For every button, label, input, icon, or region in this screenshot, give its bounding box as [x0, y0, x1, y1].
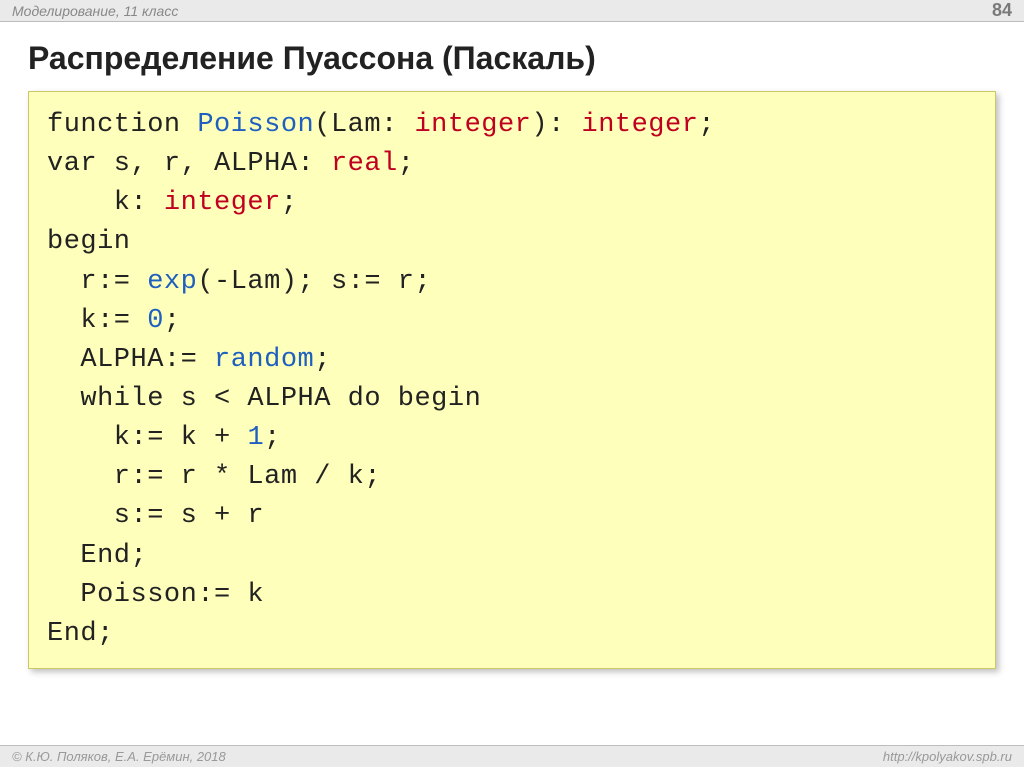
header-bar: Моделирование, 11 класс 84: [0, 0, 1024, 22]
footer-url: http://kpolyakov.spb.ru: [883, 749, 1012, 764]
page-title: Распределение Пуассона (Паскаль): [28, 40, 996, 77]
breadcrumb: Моделирование, 11 класс: [12, 3, 178, 19]
footer-copyright: © К.Ю. Поляков, Е.А. Ерёмин, 2018: [12, 749, 226, 764]
slide-content: Распределение Пуассона (Паскаль) functio…: [0, 22, 1024, 669]
footer-bar: © К.Ю. Поляков, Е.А. Ерёмин, 2018 http:/…: [0, 745, 1024, 767]
code-block: function Poisson(Lam: integer): integer;…: [28, 91, 996, 669]
page-number: 84: [992, 0, 1012, 21]
